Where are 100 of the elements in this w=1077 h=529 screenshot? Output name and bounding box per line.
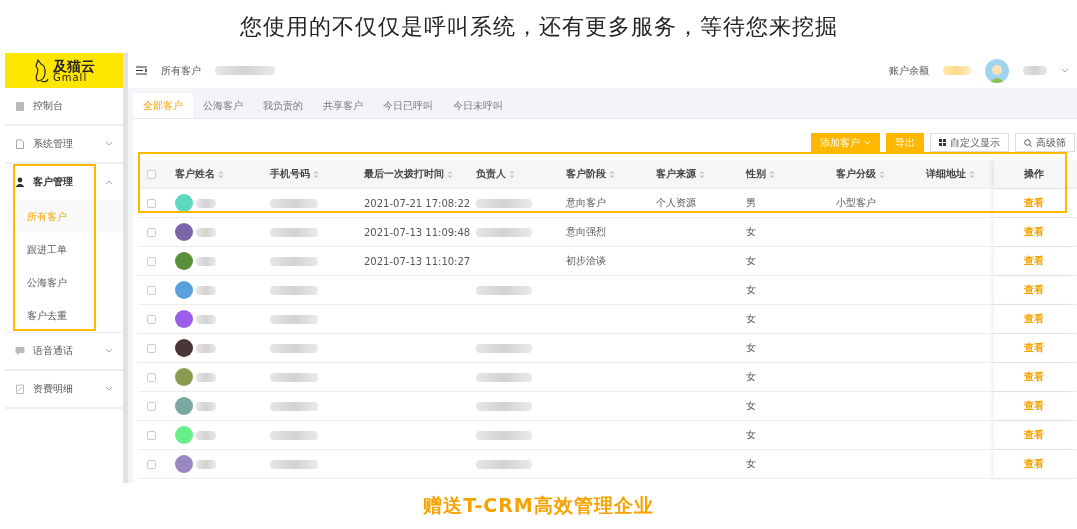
- search-icon: [1024, 138, 1032, 147]
- page-icon: [15, 101, 25, 111]
- grid-icon: [939, 139, 946, 146]
- logo-name: 及猫云: [53, 58, 95, 73]
- blurred-text: [196, 343, 216, 353]
- blurred-text: [196, 285, 216, 295]
- person-icon: [15, 177, 25, 187]
- blurred-text: [270, 198, 318, 208]
- table-cell: 个人资源: [656, 196, 696, 210]
- table-cell: 女: [746, 312, 756, 326]
- tab[interactable]: 今日已呼叫: [373, 93, 443, 118]
- blurred-text: [270, 459, 318, 469]
- checkbox[interactable]: [147, 285, 156, 295]
- sidebar-subitem[interactable]: 客户去重: [5, 299, 123, 332]
- checkbox[interactable]: [147, 314, 156, 324]
- blurred-text: [270, 227, 318, 237]
- sidebar-subitem[interactable]: 跟进工单: [5, 233, 123, 266]
- checkbox[interactable]: [147, 459, 156, 469]
- table-cell: 女: [746, 225, 756, 239]
- sidebar-item-label: 系统管理: [33, 137, 74, 151]
- blurred-text: [196, 256, 216, 266]
- sort-icon: [509, 169, 515, 179]
- blurred-text: [196, 198, 216, 208]
- checkbox[interactable]: [147, 401, 156, 411]
- tab[interactable]: 公海客户: [193, 93, 253, 118]
- column-header: 客户分级: [836, 167, 876, 181]
- column-header: 最后一次拨打时间: [364, 167, 444, 181]
- checkbox[interactable]: [147, 343, 156, 353]
- breadcrumb[interactable]: 所有客户: [161, 63, 201, 78]
- sort-icon: [313, 169, 319, 179]
- blurred-text: [196, 459, 216, 469]
- table-cell: 女: [746, 254, 756, 268]
- blurred-text: [196, 372, 216, 382]
- column-header: 客户阶段: [566, 167, 606, 181]
- sidebar-item-label: 资费明细: [33, 382, 74, 396]
- user-avatar[interactable]: [985, 58, 1009, 83]
- checkbox[interactable]: [147, 169, 156, 179]
- sort-icon: [969, 169, 975, 179]
- sidebar-item[interactable]: 控制台: [5, 88, 123, 125]
- sidebar-subitem[interactable]: 公海客户: [5, 266, 123, 299]
- tab[interactable]: 今日未呼叫: [443, 93, 513, 118]
- blurred-text: [943, 66, 971, 75]
- logo-subtitle: Gmall: [53, 72, 88, 83]
- column-header: 手机号码: [270, 167, 310, 181]
- blurred-text: [270, 314, 318, 324]
- blurred-text: [196, 227, 216, 237]
- blurred-text: [270, 430, 318, 440]
- blurred-text: [270, 256, 318, 266]
- column-header: 客户姓名: [175, 167, 215, 181]
- checkbox[interactable]: [147, 227, 156, 237]
- sort-icon: [447, 169, 453, 179]
- toolbar-button[interactable]: 高级筛: [1015, 133, 1075, 152]
- headline: 您使用的不仅仅是呼叫系统，还有更多服务，等待您来挖掘: [238, 12, 839, 41]
- table-cell: 女: [746, 283, 756, 297]
- checkbox[interactable]: [147, 430, 156, 440]
- table-cell: 初步洽谈: [566, 254, 606, 268]
- blurred-text: [196, 430, 216, 440]
- checkbox[interactable]: [147, 256, 156, 266]
- blurred-text: [215, 66, 275, 75]
- column-header: 操作: [1024, 167, 1044, 181]
- table-cell: 女: [746, 399, 756, 413]
- table-cell: 女: [746, 428, 756, 442]
- column-header: 详细地址: [926, 167, 966, 181]
- sort-icon: [769, 169, 775, 179]
- column-header: 客户来源: [656, 167, 696, 181]
- sort-icon: [218, 169, 224, 179]
- chevron-down-icon: [864, 140, 871, 145]
- checkbox[interactable]: [147, 372, 156, 382]
- table-cell: 女: [746, 370, 756, 384]
- chat-icon: [15, 346, 25, 356]
- sidebar-item[interactable]: 系统管理: [5, 126, 123, 163]
- blurred-text: [1023, 66, 1047, 75]
- chevron-down-icon: [1061, 67, 1069, 74]
- tab[interactable]: 我负责的: [253, 93, 313, 118]
- document-icon: [15, 139, 25, 149]
- table-cell: 2021-07-13 11:10:27: [364, 255, 471, 267]
- table-cell: 意向强烈: [566, 225, 606, 239]
- blurred-text: [196, 401, 216, 411]
- checkbox[interactable]: [147, 198, 156, 208]
- sort-icon: [609, 169, 615, 179]
- tab[interactable]: 共享客户: [313, 93, 373, 118]
- column-header: 负责人: [476, 167, 506, 181]
- sidebar-item-label: 客户管理: [33, 175, 74, 189]
- note-icon: [15, 384, 25, 394]
- sort-icon: [699, 169, 705, 179]
- table-cell: 女: [746, 457, 756, 471]
- toolbar-button[interactable]: 自定义显示: [930, 133, 1009, 152]
- table-cell: 意向客户: [566, 196, 606, 210]
- table-cell: 男: [746, 196, 756, 210]
- balance-label: 账户余额: [889, 63, 929, 78]
- sidebar-item[interactable]: 语音通话: [5, 333, 123, 370]
- table-cell: 2021-07-13 11:09:48: [364, 226, 471, 238]
- cat-icon: [33, 57, 49, 84]
- sidebar-item-label: 控制台: [33, 99, 64, 113]
- blurred-text: [270, 372, 318, 382]
- sidebar-item[interactable]: 资费明细: [5, 371, 123, 408]
- sidebar-item-label: 语音通话: [33, 344, 74, 358]
- sort-icon: [879, 169, 885, 179]
- column-header: 性别: [746, 167, 766, 181]
- sidebar-item[interactable]: 客户管理: [5, 164, 123, 200]
